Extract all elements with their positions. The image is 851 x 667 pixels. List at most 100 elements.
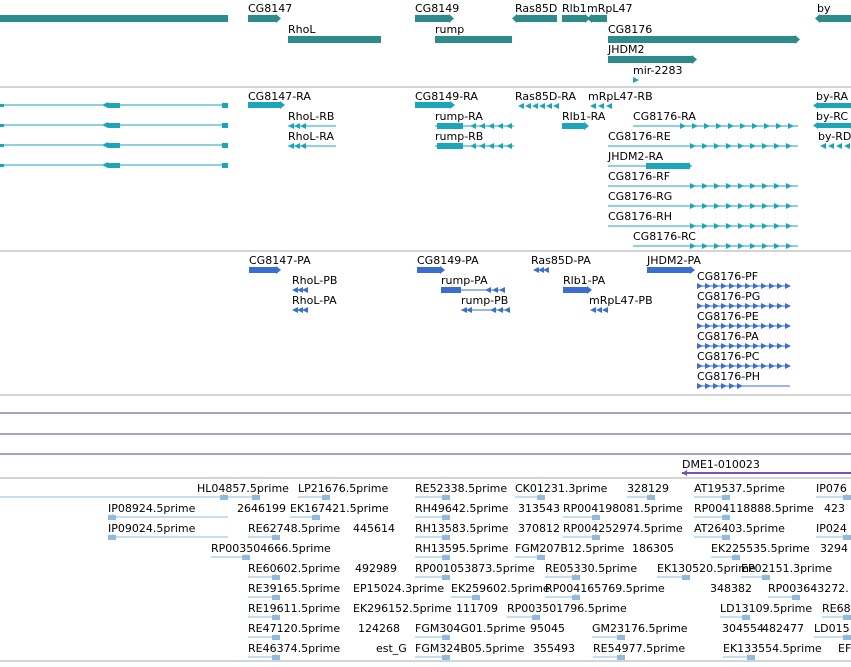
est-label: RH13583.5prime	[415, 522, 509, 535]
exon-arrow	[690, 223, 696, 229]
gene-bar[interactable]	[512, 14, 557, 23]
gene-label: mRpL47	[587, 2, 632, 15]
exon[interactable]	[437, 123, 463, 129]
exon-arrow	[690, 203, 696, 209]
exon[interactable]	[441, 287, 461, 293]
gene-bar[interactable]	[248, 14, 281, 23]
exon[interactable]	[646, 163, 690, 169]
exon-arrow	[690, 243, 696, 249]
exon-arrow	[729, 343, 735, 349]
gene-label: mir-2283	[633, 64, 683, 77]
exon[interactable]	[437, 143, 463, 149]
gene-label: CG8149	[415, 2, 459, 15]
protein-label: rump-PA	[441, 274, 488, 287]
transcript-label: mRpL47-RB	[588, 90, 653, 103]
gene-bar[interactable]	[415, 14, 454, 23]
mirna-marker[interactable]	[633, 77, 639, 83]
gene-label: JHDM2	[607, 43, 644, 56]
cdna-track[interactable]: HL04857.5prime LP21676.5prime IP08924.5pri…	[0, 482, 851, 660]
exon-arrow	[488, 143, 494, 149]
exon-arrow	[704, 123, 710, 129]
gene-bar[interactable]	[815, 14, 851, 23]
transcript[interactable]	[562, 122, 589, 130]
exon-arrow	[702, 183, 708, 189]
exon-arrow	[697, 343, 703, 349]
est-label: LD015	[814, 622, 850, 635]
protein[interactable]	[249, 266, 281, 274]
exon-arrow	[702, 143, 708, 149]
exon-arrow	[726, 243, 732, 249]
exon-arrow	[690, 183, 696, 189]
est-label: EF	[838, 642, 851, 655]
exon-arrow	[729, 363, 735, 369]
transcript-track[interactable]: CG8147-RA RhoL-RB RhoL-RA CG8149-RA rump-RA r…	[0, 90, 851, 249]
est-label: EK259602.5prime	[451, 582, 550, 595]
transcript[interactable]	[813, 122, 851, 129]
dme1-track[interactable]: DME1-010023	[682, 458, 851, 476]
transcript-label: Rlb1-RA	[562, 110, 606, 123]
est-label: RE39165.5prime	[248, 582, 340, 595]
exon-arrow	[785, 323, 791, 329]
exon-arrow	[836, 143, 842, 149]
gene-bar[interactable]	[0, 15, 228, 22]
est-feature[interactable]	[0, 494, 228, 500]
gene-bar[interactable]	[587, 14, 607, 23]
exon-arrow	[697, 323, 703, 329]
exon-arrow	[737, 283, 743, 289]
protein-label: Ras85D-PA	[531, 254, 591, 267]
est-label: 111709	[456, 602, 498, 615]
exon-arrow	[490, 307, 496, 313]
protein[interactable]	[563, 286, 592, 294]
exon-arrow	[769, 343, 775, 349]
exon-arrow	[714, 183, 720, 189]
exon-arrow	[497, 143, 503, 149]
exon-arrow	[497, 123, 503, 129]
transcript-label: CG8176-RG	[608, 190, 672, 203]
est-label: 423	[824, 502, 845, 515]
exon-arrow	[737, 343, 743, 349]
transcript-label: CG8176-RF	[608, 170, 670, 183]
est-label: FGM207B12.5prime	[515, 542, 625, 555]
gene-label: by	[817, 2, 831, 15]
gene-bar[interactable]	[288, 36, 381, 43]
est-label: IP024	[816, 522, 847, 535]
protein[interactable]	[647, 266, 695, 274]
transcript-label: Ras85D-RA	[515, 90, 577, 103]
transcript-label: CG8176-RE	[608, 130, 671, 143]
gene-bar[interactable]	[435, 36, 512, 43]
exon-arrow	[750, 243, 756, 249]
gene-label: Rlb1	[562, 2, 587, 15]
exon-arrow	[761, 343, 767, 349]
exon-arrow	[745, 323, 751, 329]
est-label: est_G	[376, 642, 407, 655]
gene-bar[interactable]	[608, 55, 697, 64]
transcript[interactable]	[415, 101, 455, 109]
transcript-label: by-RA	[816, 90, 848, 103]
protein-track[interactable]: CG8147-PA RhoL-PB RhoL-PA CG8149-PA rump-PA r…	[249, 254, 791, 389]
exon-arrow	[777, 283, 783, 289]
exon-arrow	[721, 303, 727, 309]
exon-arrow	[300, 123, 306, 129]
exon-arrow	[788, 123, 794, 129]
gene-track[interactable]: CG8147 RhoL CG8149 rump Ras85D Rlb1 mRpL47 CG81…	[0, 2, 851, 83]
est-label: IP09024.5prime	[108, 522, 196, 535]
gene-bar[interactable]	[562, 14, 590, 23]
exon-arrow	[506, 123, 512, 129]
exon-arrow	[745, 343, 751, 349]
exon-arrow	[479, 143, 485, 149]
protein-label: CG8147-PA	[249, 254, 311, 267]
exon-arrow	[702, 203, 708, 209]
exon-arrow	[705, 383, 711, 389]
genome-browser-tracks[interactable]: CG8147 RhoL CG8149 rump Ras85D Rlb1 mRpL47 CG81…	[0, 0, 851, 663]
exon-arrow	[721, 363, 727, 369]
protein[interactable]	[417, 266, 445, 274]
est-label: RP003643272.	[768, 582, 849, 595]
gene-label: rump	[435, 23, 464, 36]
est-label: LD13109.5prime	[720, 602, 812, 615]
transcript[interactable]	[813, 102, 851, 109]
exon-arrow	[729, 383, 735, 389]
exon-arrow	[774, 223, 780, 229]
exon-arrow	[288, 143, 294, 149]
exon-arrow	[786, 203, 792, 209]
transcript[interactable]	[248, 101, 285, 109]
